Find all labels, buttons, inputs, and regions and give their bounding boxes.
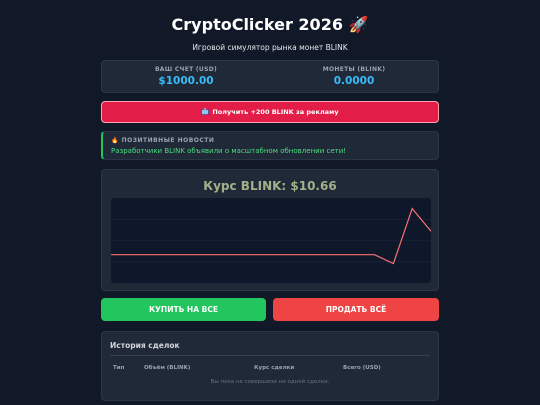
app-subtitle: Игровой симулятор рынка монет BLINK: [192, 43, 348, 52]
news-heading: ПОЗИТИВНЫЕ НОВОСТИ: [121, 137, 215, 144]
column-rate: Курс сделки: [254, 365, 295, 371]
price-chart-svg: [111, 207, 431, 265]
fire-icon: 🔥: [111, 137, 119, 144]
trade-history-empty: Вы пока не совершили ни одной сделки.: [210, 379, 330, 385]
news-panel: 🔥 ПОЗИТИВНЫЕ НОВОСТИ Разработчики BLINK …: [101, 131, 439, 160]
market-panel: Курс BLINK: $10.66: [101, 169, 439, 291]
column-volume: Объём (BLINK): [144, 365, 191, 371]
price-display: Курс BLINK: $10.66: [203, 179, 337, 193]
account-balance: ВАШ СЧЕТ (USD) $1000.00: [102, 61, 270, 92]
sell-all-button[interactable]: ПРОДАТЬ ВСЁ: [273, 298, 439, 321]
price-line: [111, 207, 431, 265]
price-chart: [111, 198, 431, 283]
tv-icon: [201, 107, 210, 117]
account-balance-value: $1000.00: [158, 75, 214, 87]
watch-ad-label: Получить +200 BLINK за рекламу: [212, 108, 339, 116]
watch-ad-button[interactable]: Получить +200 BLINK за рекламу: [101, 101, 439, 123]
balances-panel: ВАШ СЧЕТ (USD) $1000.00 МОНЕТЫ (BLINK) 0…: [101, 60, 439, 93]
column-total: Всего (USD): [343, 365, 381, 371]
column-type: Тип: [113, 365, 125, 371]
coin-balance-value: 0.0000: [333, 75, 375, 87]
news-text: Разработчики BLINK объявили о масштабном…: [111, 147, 347, 155]
coin-balance: МОНЕТЫ (BLINK) 0.0000: [270, 61, 438, 92]
account-balance-label: ВАШ СЧЕТ (USD): [154, 66, 218, 73]
coin-balance-label: МОНЕТЫ (BLINK): [322, 66, 386, 73]
news-heading-row: 🔥 ПОЗИТИВНЫЕ НОВОСТИ: [111, 137, 438, 144]
trade-history-header: Тип Объём (BLINK) Курс сделки Всего (USD…: [110, 365, 430, 371]
app-title: CryptoClicker 2026 🚀: [171, 15, 369, 34]
trade-history-title: История сделок: [110, 341, 430, 356]
buy-all-button[interactable]: КУПИТЬ НА ВСЕ: [101, 298, 266, 321]
trade-history-panel: История сделок Тип Объём (BLINK) Курс сд…: [101, 331, 439, 401]
